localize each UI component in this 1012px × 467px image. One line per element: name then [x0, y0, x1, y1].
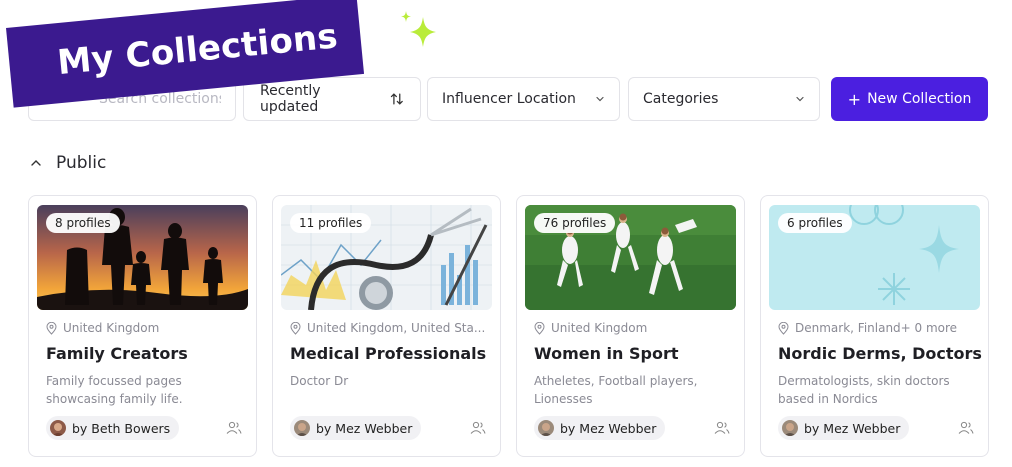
collection-description: Atheletes, Football players, Lionesses: [534, 374, 698, 406]
sort-button[interactable]: Recently updated: [243, 77, 421, 121]
avatar: [294, 420, 310, 436]
author-name: by Mez Webber: [804, 420, 901, 436]
categories-select[interactable]: Categories: [628, 77, 820, 121]
chevron-down-icon: [596, 96, 604, 102]
location-row: United Kingdom: [46, 321, 159, 335]
plus-icon: +: [847, 89, 862, 109]
author-chip[interactable]: by Beth Bowers: [46, 416, 180, 440]
influencer-location-label: Influencer Location: [442, 91, 576, 107]
categories-label: Categories: [643, 91, 719, 107]
influencer-location-select[interactable]: Influencer Location: [427, 77, 620, 121]
chevron-down-icon: [796, 96, 804, 102]
location-pin-icon: [534, 321, 545, 335]
sort-arrows-icon: [391, 93, 404, 105]
author-name: by Beth Bowers: [72, 420, 171, 436]
location-row: United Kingdom: [534, 321, 647, 335]
shared-users-icon[interactable]: [958, 421, 974, 435]
new-collection-label: New Collection: [867, 91, 972, 107]
profile-count-badge: 6 profiles: [778, 213, 852, 233]
avatar: [782, 420, 798, 436]
author-chip[interactable]: by Mez Webber: [534, 416, 666, 440]
author-chip[interactable]: by Mez Webber: [290, 416, 422, 440]
sparkle-icon: [401, 11, 436, 47]
author-chip[interactable]: by Mez Webber: [778, 416, 910, 440]
profile-count-badge: 8 profiles: [46, 213, 120, 233]
collection-title: Women in Sport: [534, 344, 679, 363]
author-name: by Mez Webber: [316, 420, 413, 436]
new-collection-button[interactable]: + New Collection: [831, 77, 988, 121]
collection-card[interactable]: 11 profiles United Kingdom, United Sta..…: [272, 195, 501, 457]
collection-title: Medical Professionals: [290, 344, 487, 363]
profile-count-badge: 76 profiles: [534, 213, 616, 233]
collection-description: Dermatologists, skin doctors based in No…: [778, 374, 950, 406]
location-pin-icon: [290, 321, 301, 335]
collection-card[interactable]: 6 profiles Denmark, Finland+ 0 more Nord…: [760, 195, 989, 457]
collection-title: Family Creators: [46, 344, 188, 363]
location-pin-icon: [46, 321, 57, 335]
location-text: United Kingdom, United Sta...: [307, 321, 486, 335]
collection-description: Doctor Dr: [290, 374, 349, 388]
location-text: United Kingdom: [63, 321, 160, 335]
shared-users-icon[interactable]: [226, 421, 242, 435]
shared-users-icon[interactable]: [470, 421, 486, 435]
author-name: by Mez Webber: [560, 420, 657, 436]
collection-description: Family focussed pages showcasing family …: [46, 374, 183, 406]
profile-count-badge: 11 profiles: [290, 213, 372, 233]
collection-title: Nordic Derms, Doctors...: [778, 344, 983, 363]
collection-card[interactable]: 76 profiles United Kingdom Women in Spor…: [516, 195, 745, 457]
location-row: Denmark, Finland+ 0 more: [778, 321, 957, 335]
location-row: United Kingdom, United Sta...: [290, 321, 485, 335]
avatar: [538, 420, 554, 436]
section-label: Public: [56, 153, 107, 173]
page-title: My Collections: [55, 16, 340, 84]
avatar: [50, 420, 66, 436]
location-text: Denmark, Finland+ 0 more: [795, 321, 958, 335]
location-text: United Kingdom: [551, 321, 648, 335]
sort-label: Recently updated: [260, 83, 321, 115]
shared-users-icon[interactable]: [714, 421, 730, 435]
public-section-toggle[interactable]: Public: [30, 153, 106, 173]
collection-card[interactable]: 8 profiles United Kingdom Family Creator…: [28, 195, 257, 457]
chevron-up-icon: [31, 160, 41, 166]
location-pin-icon: [778, 321, 789, 335]
